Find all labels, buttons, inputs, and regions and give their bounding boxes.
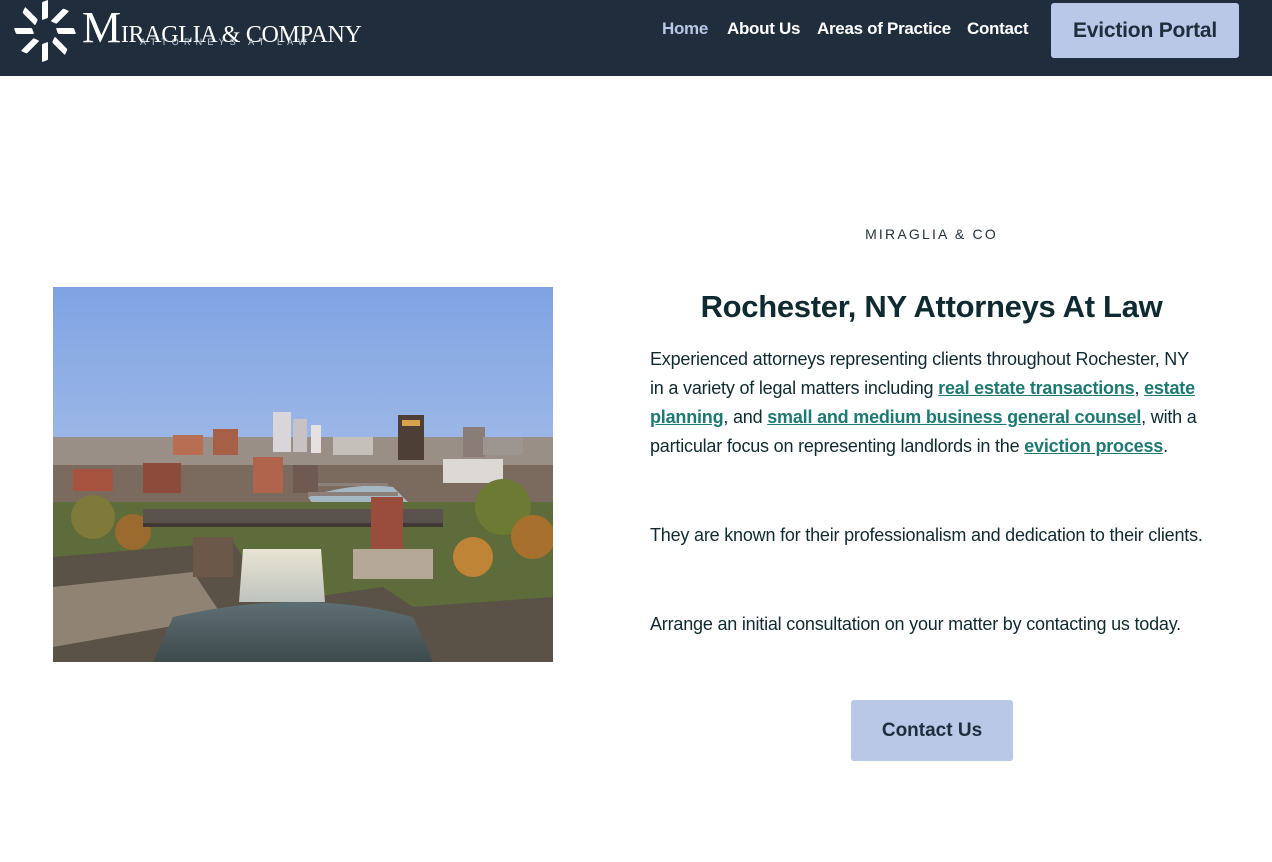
- link-business-general-counsel[interactable]: small and medium business general counse…: [767, 407, 1141, 427]
- intro-text-5: .: [1163, 436, 1168, 456]
- intro-text-3: , and: [723, 407, 768, 427]
- nav-home[interactable]: Home: [662, 19, 708, 39]
- brand-logo[interactable]: MIRAGLIA & COMPANY ATTORNEYS AT LAW: [12, 0, 362, 64]
- site-header: MIRAGLIA & COMPANY ATTORNEYS AT LAW Home…: [0, 0, 1272, 76]
- page-title: Rochester, NY Attorneys At Law: [700, 289, 1163, 324]
- link-real-estate-transactions[interactable]: real estate transactions: [938, 378, 1134, 398]
- contact-us-button[interactable]: Contact Us: [851, 700, 1013, 761]
- section-eyebrow: MIRAGLIA & CO: [865, 226, 998, 242]
- link-eviction-process[interactable]: eviction process: [1024, 436, 1163, 456]
- intro-text-2: ,: [1134, 378, 1145, 398]
- professionalism-paragraph: They are known for their professionalism…: [650, 525, 1203, 545]
- nav-contact[interactable]: Contact: [967, 19, 1028, 39]
- nav-about-us[interactable]: About Us: [727, 19, 800, 39]
- nav-areas-of-practice[interactable]: Areas of Practice: [817, 19, 951, 39]
- hero-city-image: [53, 287, 553, 662]
- brand-initial: M: [82, 2, 121, 52]
- logo-mark-icon: [13, 0, 77, 63]
- intro-paragraph: Experienced attorneys representing clien…: [650, 345, 1205, 461]
- consultation-paragraph: Arrange an initial consultation on your …: [650, 614, 1181, 634]
- eviction-portal-button[interactable]: Eviction Portal: [1051, 3, 1239, 58]
